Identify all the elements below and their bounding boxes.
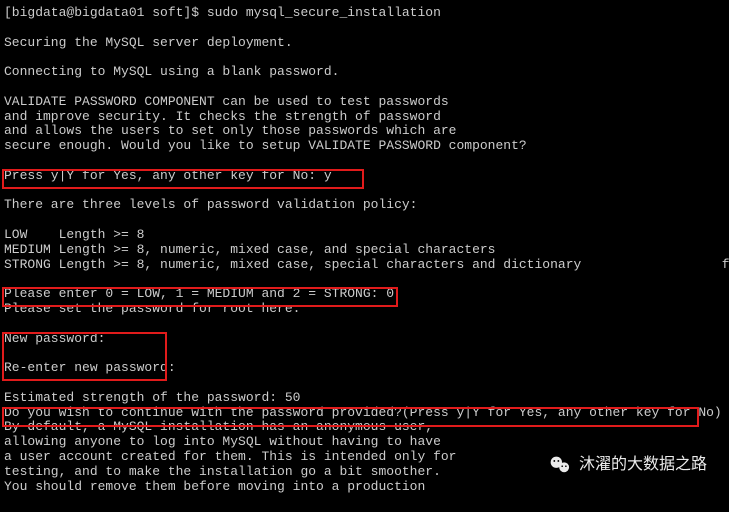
output-line: secure enough. Would you like to setup V…	[4, 138, 527, 153]
output-line: LOW Length >= 8	[4, 227, 144, 242]
output-line: There are three levels of password valid…	[4, 197, 417, 212]
output-line: Securing the MySQL server deployment.	[4, 35, 293, 50]
prompt-response: New password:	[4, 331, 105, 346]
prompt-response: Press y|Y for Yes, any other key for No:…	[4, 168, 332, 183]
output-line: Estimated strength of the password: 50	[4, 390, 300, 405]
output-line: allowing anyone to log into MySQL withou…	[4, 434, 441, 449]
shell-prompt: [bigdata@bigdata01 soft]$	[4, 5, 207, 20]
prompt-response: Please enter 0 = LOW, 1 = MEDIUM and 2 =…	[4, 286, 394, 301]
output-line: testing, and to make the installation go…	[4, 464, 441, 479]
shell-command: sudo mysql_secure_installation	[207, 5, 441, 20]
output-line: Please set the password for root here.	[4, 301, 300, 316]
output-line: You should remove them before moving int…	[4, 479, 425, 494]
output-line: a user account created for them. This is…	[4, 449, 456, 464]
output-line: STRONG Length >= 8, numeric, mixed case,…	[4, 257, 729, 272]
output-line: and allows the users to set only those p…	[4, 123, 456, 138]
output-line: MEDIUM Length >= 8, numeric, mixed case,…	[4, 242, 495, 257]
prompt-response: Do you wish to continue with the passwor…	[4, 405, 729, 420]
output-line: Connecting to MySQL using a blank passwo…	[4, 64, 339, 79]
output-line: By default, a MySQL installation has an …	[4, 419, 433, 434]
terminal-output[interactable]: [bigdata@bigdata01 soft]$ sudo mysql_sec…	[0, 0, 729, 500]
prompt-response: Re-enter new password:	[4, 360, 176, 375]
output-line: VALIDATE PASSWORD COMPONENT can be used …	[4, 94, 449, 109]
output-line: and improve security. It checks the stre…	[4, 109, 441, 124]
